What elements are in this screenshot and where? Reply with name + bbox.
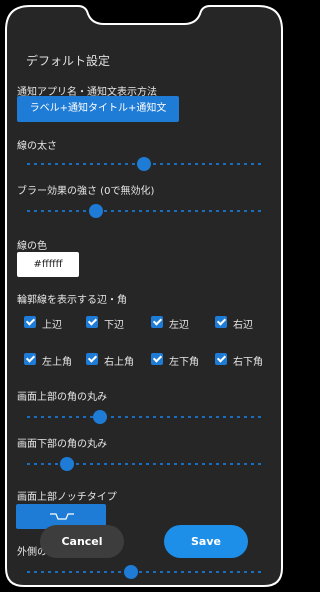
- slider-thumb[interactable]: [60, 457, 74, 471]
- checkbox-label: 右辺: [233, 320, 253, 331]
- slider-track: [27, 571, 261, 573]
- top-radius-slider[interactable]: [27, 410, 261, 424]
- checkbox-bottom-left-corner[interactable]: [151, 353, 163, 365]
- slider-thumb[interactable]: [93, 410, 107, 424]
- checkbox-right-edge[interactable]: [215, 316, 227, 328]
- line-color-swatch[interactable]: #ffffff: [17, 252, 79, 277]
- slider-thumb[interactable]: [124, 565, 138, 579]
- line-width-slider[interactable]: [27, 157, 261, 171]
- slider-thumb[interactable]: [137, 157, 151, 171]
- checkbox-left-edge[interactable]: [151, 316, 163, 328]
- checkbox-bottom-right-corner[interactable]: [215, 353, 227, 365]
- checkbox-label: 上辺: [42, 320, 62, 331]
- line-width-label: 線の太さ: [17, 141, 57, 152]
- checkbox-label: 左辺: [169, 320, 189, 331]
- slider-thumb[interactable]: [89, 204, 103, 218]
- slider-track: [27, 416, 261, 418]
- top-radius-label: 画面上部の角の丸み: [17, 392, 107, 403]
- cancel-button[interactable]: Cancel: [40, 525, 124, 558]
- checkbox-label: 下辺: [104, 320, 124, 331]
- save-button[interactable]: Save: [164, 525, 248, 558]
- line-color-label: 線の色: [17, 241, 47, 252]
- blur-label: ブラー効果の強さ (0で無効化): [17, 186, 155, 197]
- notify-method-button[interactable]: ラベル+通知タイトル+通知文: [17, 96, 179, 122]
- edges-label: 輪郭線を表示する辺・角: [17, 295, 127, 306]
- slider-track: [27, 210, 261, 212]
- checkbox-top-edge[interactable]: [24, 316, 36, 328]
- page-title: デフォルト設定: [26, 54, 111, 68]
- checkbox-top-left-corner[interactable]: [24, 353, 36, 365]
- checkbox-bottom-edge[interactable]: [86, 316, 98, 328]
- notch-type-label: 画面上部ノッチタイプ: [17, 492, 117, 503]
- checkbox-label: 右上角: [104, 357, 134, 368]
- checkbox-label: 右下角: [233, 357, 263, 368]
- checkbox-top-right-corner[interactable]: [86, 353, 98, 365]
- settings-panel: デフォルト設定 通知アプリ名・通知文表示方法 ラベル+通知タイトル+通知文 線の…: [0, 0, 288, 592]
- blur-slider[interactable]: [27, 204, 261, 218]
- checkbox-label: 左上角: [42, 357, 72, 368]
- outer-slider[interactable]: [27, 565, 261, 579]
- checkbox-label: 左下角: [169, 357, 199, 368]
- bottom-radius-label: 画面下部の角の丸み: [17, 439, 107, 450]
- bottom-radius-slider[interactable]: [27, 457, 261, 471]
